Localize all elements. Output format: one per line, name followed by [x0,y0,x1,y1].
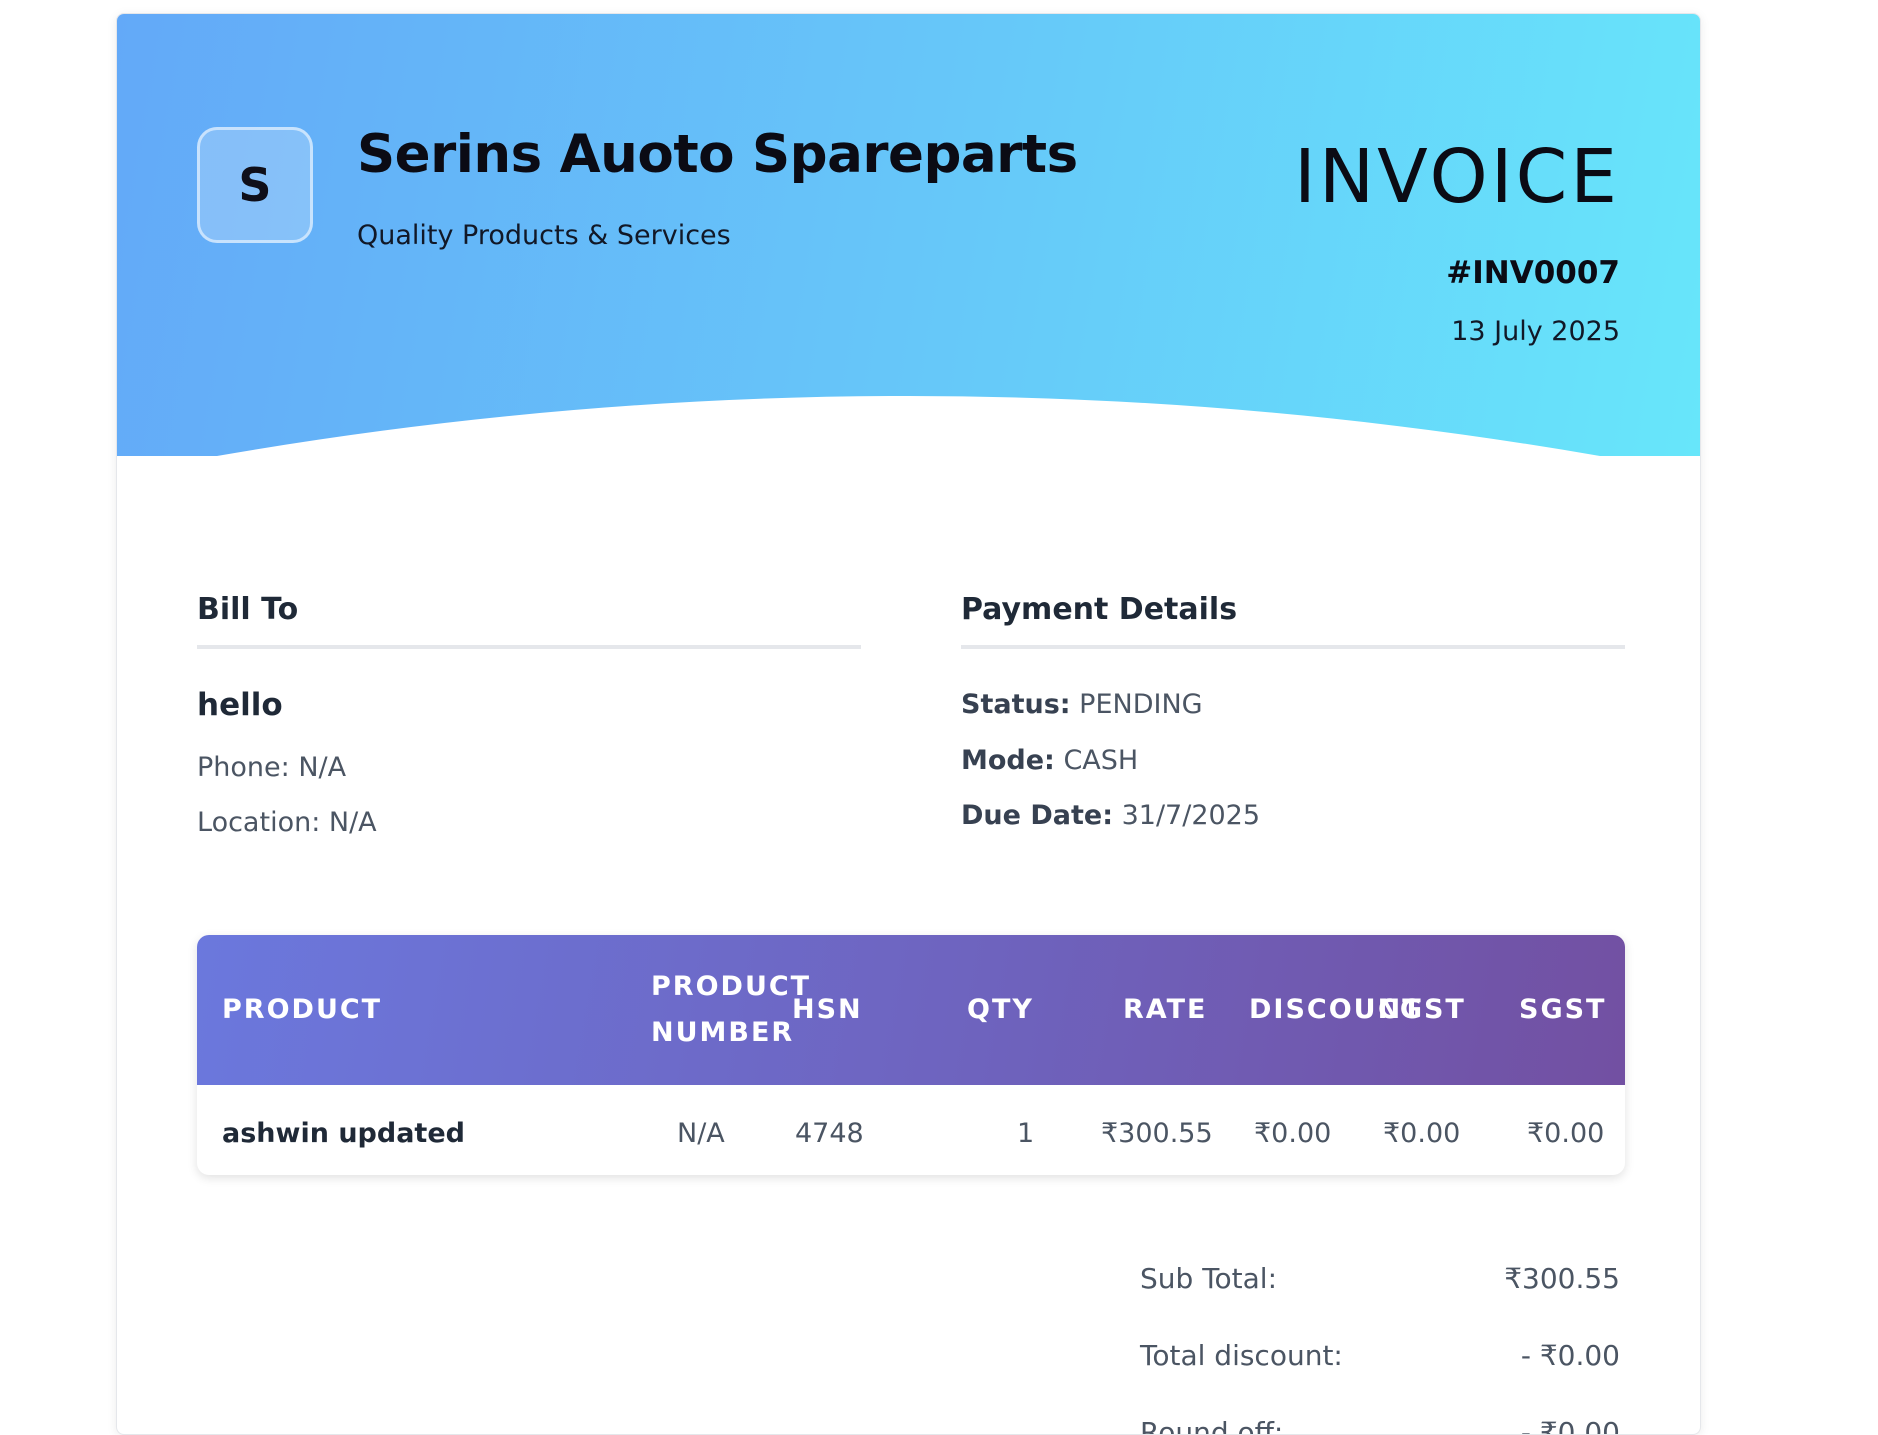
col-header-product-number-line1: PRODUCT [651,971,812,1002]
payment-mode: Mode: CASH [961,745,1138,776]
col-header-qty: QTY [967,994,1034,1025]
cell-rate: ₹300.55 [1101,1118,1213,1149]
customer-phone: Phone: N/A [197,752,346,783]
col-header-sgst: SGST [1519,994,1607,1025]
status-label: Status: [961,689,1071,720]
cell-cgst: ₹0.00 [1383,1118,1461,1149]
phone-value: N/A [298,752,347,783]
total-discount-label: Total discount: [1140,1339,1343,1372]
col-header-rate: RATE [1123,994,1208,1025]
status-value: PENDING [1079,689,1203,720]
mode-value: CASH [1063,745,1139,776]
invoice-number: #INV0007 [1446,255,1620,291]
customer-name: hello [197,687,283,723]
cell-product: ashwin updated [222,1118,465,1149]
cell-qty: 1 [1017,1118,1035,1149]
subtotal-label: Sub Total: [1140,1262,1278,1295]
location-value: N/A [328,807,377,838]
cell-hsn: 4748 [795,1118,864,1149]
col-header-product: PRODUCT [222,994,383,1025]
invoice-card: S Serins Auoto Spareparts Quality Produc… [116,13,1701,1435]
items-table: PRODUCT PRODUCT NUMBER HSN QTY RATE DISC… [197,935,1625,1175]
phone-label: Phone: [197,752,290,783]
header-wave [117,396,1700,466]
invoice-header: S Serins Auoto Spareparts Quality Produc… [117,14,1700,466]
col-header-product-number: PRODUCT NUMBER [651,964,811,1056]
mode-label: Mode: [961,745,1055,776]
round-off-label: Round off: [1140,1416,1284,1435]
cell-product-number: N/A [677,1118,725,1149]
invoice-title: INVOICE [1294,134,1620,220]
due-date-value: 31/7/2025 [1121,800,1261,831]
col-header-product-number-line2: NUMBER [651,1017,795,1048]
subtotal-value: ₹300.55 [1504,1262,1620,1295]
payment-details-divider [961,645,1625,649]
invoice-date: 13 July 2025 [1451,316,1620,347]
payment-due-date: Due Date: 31/7/2025 [961,800,1260,831]
bill-to-title: Bill To [197,592,299,627]
col-header-hsn: HSN [792,994,863,1025]
total-discount-value: - ₹0.00 [1520,1339,1620,1372]
location-label: Location: [197,807,321,838]
bill-to-divider [197,645,861,649]
logo-letter: S [238,158,272,212]
payment-details-title: Payment Details [961,592,1238,627]
cell-discount: ₹0.00 [1254,1118,1332,1149]
customer-location: Location: N/A [197,807,377,838]
payment-status: Status: PENDING [961,689,1203,720]
company-name: Serins Auoto Spareparts [357,124,1078,185]
col-header-cgst: CGST [1378,994,1466,1025]
company-logo: S [197,127,313,243]
due-date-label: Due Date: [961,800,1113,831]
company-tagline: Quality Products & Services [357,220,731,251]
round-off-value: - ₹0.00 [1520,1416,1620,1435]
table-header-row: PRODUCT PRODUCT NUMBER HSN QTY RATE DISC… [197,935,1625,1085]
cell-sgst: ₹0.00 [1527,1118,1605,1149]
